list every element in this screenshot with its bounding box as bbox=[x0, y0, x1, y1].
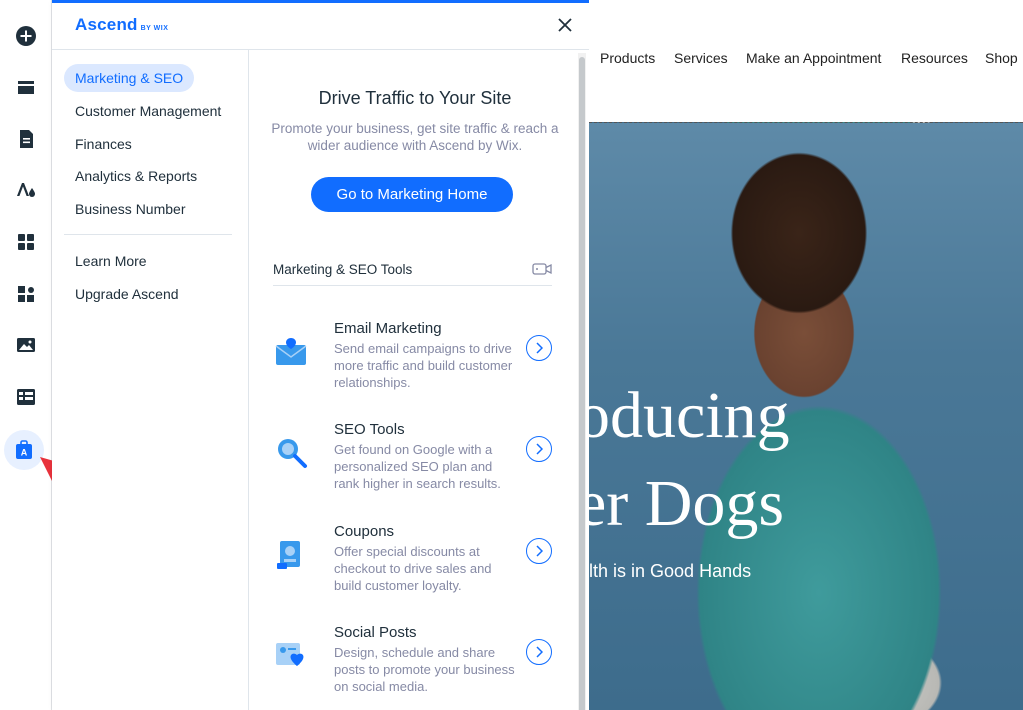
tool-title: SEO Tools bbox=[334, 421, 405, 438]
tool-open-button[interactable] bbox=[526, 436, 552, 462]
nav-item-products[interactable]: Products bbox=[600, 50, 655, 66]
menu-item-learn-more[interactable]: Learn More bbox=[64, 247, 158, 275]
tool-email-marketing[interactable]: Email Marketing Send email campaigns to … bbox=[273, 320, 558, 400]
image-icon bbox=[17, 338, 35, 352]
my-business-button[interactable] bbox=[8, 276, 44, 312]
table-icon bbox=[17, 389, 35, 405]
tool-description: Design, schedule and share posts to prom… bbox=[334, 645, 515, 694]
design-icon bbox=[17, 183, 35, 197]
nav-item-shop[interactable]: Shop bbox=[985, 50, 1018, 66]
menu-item-business-number[interactable]: Business Number bbox=[64, 195, 197, 223]
site-nav: Products Services Make an Appointment Re… bbox=[589, 50, 1023, 70]
menu-item-analytics-reports[interactable]: Analytics & Reports bbox=[64, 162, 208, 190]
menu-item-customer-management[interactable]: Customer Management bbox=[64, 97, 232, 125]
tool-title: Social Posts bbox=[334, 624, 417, 641]
pages-button[interactable] bbox=[8, 121, 44, 157]
apps-icon bbox=[18, 234, 34, 250]
tool-title: Coupons bbox=[334, 523, 395, 540]
nav-item-resources[interactable]: Resources bbox=[901, 50, 968, 66]
coupon-icon bbox=[277, 541, 300, 569]
media-button[interactable] bbox=[8, 327, 44, 363]
app-market-button[interactable] bbox=[8, 224, 44, 260]
add-section-button[interactable] bbox=[8, 70, 44, 106]
menu-divider bbox=[64, 234, 232, 235]
panel-content: Drive Traffic to Your Site Promote your … bbox=[250, 50, 580, 710]
tool-social-posts[interactable]: Social Posts Design, schedule and share … bbox=[273, 624, 558, 704]
chevron-right-icon bbox=[536, 545, 543, 557]
content-title: Drive Traffic to Your Site bbox=[318, 88, 512, 108]
content-description: Promote your business, get site traffic … bbox=[271, 121, 559, 153]
section-icon bbox=[18, 81, 34, 94]
tool-description: Get found on Google with a personalized … bbox=[334, 442, 501, 491]
puzzle-icon bbox=[18, 286, 34, 302]
tool-open-button[interactable] bbox=[526, 335, 552, 361]
go-to-marketing-home-button[interactable]: Go to Marketing Home bbox=[311, 177, 513, 212]
tool-coupons[interactable]: Coupons Offer special discounts at check… bbox=[273, 523, 558, 603]
chevron-right-icon bbox=[536, 443, 543, 455]
hero-heading-line1: oducing bbox=[589, 379, 790, 452]
panel-menu: Marketing & SEO Customer Management Fina… bbox=[52, 50, 249, 710]
ascend-panel: Ascend BY WIX Marketing & SEO Customer Ma… bbox=[52, 0, 589, 710]
video-icon[interactable] bbox=[532, 262, 552, 276]
tool-description: Offer special discounts at checkout to d… bbox=[334, 544, 492, 593]
tool-description: Send email campaigns to drive more traff… bbox=[334, 341, 513, 390]
page-icon bbox=[20, 130, 33, 148]
tools-divider bbox=[273, 285, 552, 286]
site-design-button[interactable] bbox=[8, 172, 44, 208]
tool-open-button[interactable] bbox=[526, 639, 552, 665]
add-elements-button[interactable] bbox=[8, 18, 44, 54]
tool-title: Email Marketing bbox=[334, 320, 442, 337]
scrollbar-thumb[interactable] bbox=[579, 57, 585, 710]
tool-seo-tools[interactable]: SEO Tools Get found on Google with a per… bbox=[273, 421, 558, 501]
logo-text: Ascend bbox=[75, 15, 138, 34]
panel-scrollbar[interactable] bbox=[578, 53, 586, 710]
editor-toolbar: A bbox=[0, 0, 52, 710]
tool-open-button[interactable] bbox=[526, 538, 552, 564]
hero-image[interactable]: oducing er Dogs alth is in Good Hands bbox=[589, 122, 1023, 710]
tools-heading: Marketing & SEO Tools bbox=[273, 262, 413, 277]
menu-item-marketing-seo[interactable]: Marketing & SEO bbox=[64, 64, 195, 92]
menu-item-upgrade-ascend[interactable]: Upgrade Ascend bbox=[64, 280, 190, 308]
ascend-logo: Ascend BY WIX bbox=[75, 15, 168, 35]
cms-button[interactable] bbox=[8, 379, 44, 415]
email-icon bbox=[275, 338, 307, 365]
close-icon bbox=[558, 18, 572, 32]
site-preview: Products Services Make an Appointment Re… bbox=[589, 0, 1023, 710]
svg-text:A: A bbox=[21, 448, 28, 458]
plus-circle-icon bbox=[16, 26, 36, 46]
panel-header: Ascend BY WIX bbox=[52, 3, 589, 50]
ascend-bag-icon: A bbox=[16, 440, 32, 459]
chevron-right-icon bbox=[536, 342, 543, 354]
hero-subheading: alth is in Good Hands bbox=[589, 561, 752, 581]
menu-item-finances[interactable]: Finances bbox=[64, 130, 143, 158]
chevron-right-icon bbox=[536, 646, 543, 658]
nav-item-services[interactable]: Services bbox=[674, 50, 728, 66]
logo-by-text: BY WIX bbox=[140, 25, 169, 32]
close-button[interactable] bbox=[555, 15, 575, 35]
seo-search-icon bbox=[278, 439, 307, 468]
social-heart-icon bbox=[276, 643, 304, 666]
hero-heading-line2: er Dogs bbox=[589, 467, 785, 540]
nav-item-make-appointment[interactable]: Make an Appointment bbox=[746, 50, 881, 66]
